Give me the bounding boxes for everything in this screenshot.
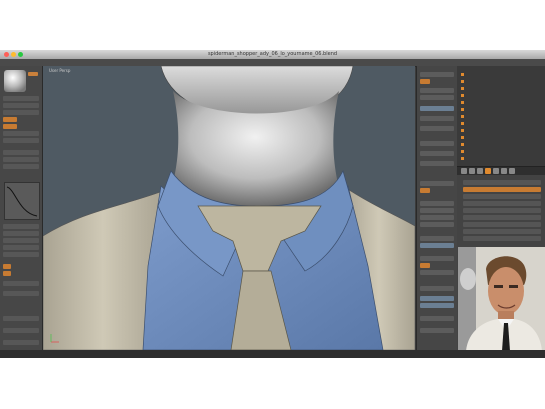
outliner-item[interactable] — [461, 107, 541, 112]
falloff-curve-graph — [6, 186, 38, 217]
option-row[interactable] — [420, 208, 454, 213]
reference-portrait — [458, 247, 545, 351]
tool-row[interactable] — [3, 238, 39, 243]
render-tab-icon[interactable] — [461, 168, 467, 174]
tool-row[interactable] — [3, 264, 11, 269]
option-row[interactable] — [420, 161, 454, 166]
window-title: spiderman_shopper_ady_06_lo_yourname_06.… — [207, 51, 338, 57]
3d-viewport[interactable]: User Persp — [43, 66, 415, 350]
option-row[interactable] — [420, 236, 454, 241]
option-row[interactable] — [420, 296, 454, 301]
tool-row[interactable] — [3, 281, 39, 286]
tool-row[interactable] — [3, 96, 39, 101]
tool-row[interactable] — [3, 271, 11, 276]
option-row[interactable] — [420, 188, 430, 193]
property-row[interactable] — [463, 208, 541, 213]
option-row[interactable] — [420, 181, 454, 186]
outliner-item[interactable] — [461, 86, 541, 91]
option-row[interactable] — [420, 95, 454, 100]
option-row[interactable] — [420, 151, 454, 156]
tool-row[interactable] — [3, 117, 17, 122]
object-tab-icon[interactable] — [485, 168, 491, 174]
sculpt-brush-icon[interactable] — [4, 70, 26, 92]
option-row[interactable] — [420, 88, 454, 93]
property-row[interactable] — [463, 222, 541, 227]
tool-row[interactable] — [3, 328, 39, 333]
option-row[interactable] — [420, 222, 454, 227]
outliner-item[interactable] — [461, 156, 541, 161]
texture-tab-icon[interactable] — [509, 168, 515, 174]
title-bar: spiderman_shopper_ady_06_lo_yourname_06.… — [0, 50, 545, 59]
option-row[interactable] — [420, 316, 454, 321]
outliner-item[interactable] — [461, 100, 541, 105]
tool-row[interactable] — [3, 316, 39, 321]
bottom-header — [0, 350, 545, 358]
option-row[interactable] — [420, 215, 454, 220]
tool-row[interactable] — [3, 138, 39, 143]
outliner — [457, 66, 545, 167]
property-row[interactable] — [463, 229, 541, 234]
option-row[interactable] — [420, 79, 430, 84]
option-row[interactable] — [420, 256, 454, 261]
properties-tabs — [457, 167, 545, 175]
outliner-item[interactable] — [461, 79, 541, 84]
viewport-label: User Persp — [49, 68, 71, 73]
tool-row[interactable] — [3, 150, 39, 155]
property-row[interactable] — [463, 180, 541, 185]
sculpt-model — [43, 66, 415, 350]
property-row[interactable] — [463, 201, 541, 206]
outliner-item[interactable] — [461, 142, 541, 147]
tool-row[interactable] — [3, 110, 39, 115]
option-row[interactable] — [420, 141, 454, 146]
property-row[interactable] — [463, 215, 541, 220]
property-row[interactable] — [463, 187, 541, 192]
option-row[interactable] — [420, 270, 454, 275]
modifier-tab-icon[interactable] — [493, 168, 499, 174]
tool-row[interactable] — [3, 291, 39, 296]
option-row[interactable] — [420, 72, 454, 77]
tool-row[interactable] — [3, 157, 39, 162]
tool-shelf — [0, 66, 43, 350]
falloff-curve-widget[interactable] — [4, 182, 40, 220]
blender-window: spiderman_shopper_ady_06_lo_yourname_06.… — [0, 50, 545, 358]
scene-tab-icon[interactable] — [469, 168, 475, 174]
tool-options-panel — [416, 66, 457, 350]
property-row[interactable] — [463, 236, 541, 241]
property-row[interactable] — [463, 194, 541, 199]
option-row[interactable] — [420, 116, 454, 121]
tool-row[interactable] — [3, 245, 39, 250]
tool-row[interactable] — [3, 103, 39, 108]
option-row[interactable] — [420, 328, 454, 333]
option-row[interactable] — [420, 243, 454, 248]
tool-row[interactable] — [3, 252, 39, 257]
brush-menu-button[interactable] — [28, 72, 38, 76]
tool-row[interactable] — [3, 231, 39, 236]
outliner-item[interactable] — [461, 149, 541, 154]
tool-row[interactable] — [3, 224, 39, 229]
tool-row[interactable] — [3, 340, 39, 345]
tool-row[interactable] — [3, 164, 39, 169]
outliner-item[interactable] — [461, 72, 541, 77]
option-row[interactable] — [420, 106, 454, 111]
tool-row[interactable] — [3, 131, 39, 136]
material-tab-icon[interactable] — [501, 168, 507, 174]
option-row[interactable] — [420, 201, 454, 206]
outliner-item[interactable] — [461, 114, 541, 119]
option-row[interactable] — [420, 263, 430, 268]
world-tab-icon[interactable] — [477, 168, 483, 174]
option-row[interactable] — [420, 303, 454, 308]
outliner-item[interactable] — [461, 121, 541, 126]
option-row[interactable] — [420, 286, 454, 291]
outliner-item[interactable] — [461, 128, 541, 133]
option-row[interactable] — [420, 126, 454, 131]
outliner-item[interactable] — [461, 135, 541, 140]
tool-row[interactable] — [3, 124, 17, 129]
outliner-item[interactable] — [461, 93, 541, 98]
reference-photo — [458, 247, 545, 351]
